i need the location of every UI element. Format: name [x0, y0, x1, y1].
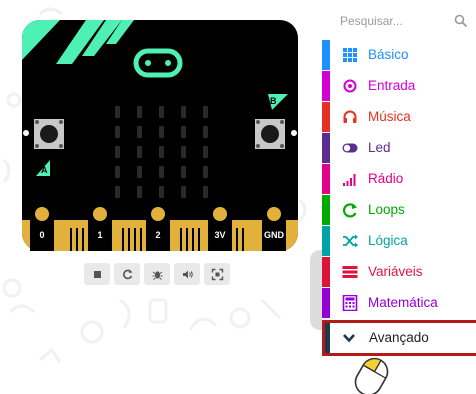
category-label: Lógica	[368, 233, 408, 248]
pin-1[interactable]: 1	[88, 204, 112, 251]
shuffle-icon	[343, 234, 358, 248]
stop-button[interactable]	[84, 263, 110, 285]
fullscreen-button[interactable]	[204, 263, 230, 285]
debug-icon	[152, 270, 162, 280]
category-label: Rádio	[368, 171, 404, 186]
svg-text:GND: GND	[264, 230, 285, 240]
category-color-bar	[322, 40, 330, 70]
svg-text:0: 0	[39, 230, 44, 240]
pin-3v[interactable]: 3V	[208, 204, 232, 251]
restart-button[interactable]	[114, 263, 140, 285]
pin-0[interactable]: 0	[30, 204, 54, 251]
category-entrada[interactable]: Entrada	[322, 71, 476, 101]
button-a[interactable]	[34, 119, 64, 149]
category-led[interactable]: Led	[322, 133, 476, 163]
svg-text:2: 2	[155, 230, 160, 240]
category-label: Música	[368, 109, 411, 124]
button-b[interactable]	[255, 119, 285, 149]
grid-icon	[343, 48, 357, 62]
restart-icon	[122, 269, 132, 279]
search-box	[322, 8, 476, 34]
category-musica[interactable]: Música	[322, 102, 476, 132]
category-radio[interactable]: Rádio	[322, 164, 476, 194]
category-avancado[interactable]: Avançado	[322, 320, 476, 356]
signal-bars-icon	[343, 174, 356, 186]
category-label: Led	[368, 140, 391, 155]
mute-icon	[182, 270, 193, 278]
category-color-bar	[322, 226, 330, 256]
category-color-bar	[322, 288, 330, 318]
mouse-click-icon	[354, 357, 389, 394]
makecode-editor: A B 0 1 2 3V GND Pesquisar... Básico Ent…	[0, 0, 476, 394]
svg-text:1: 1	[97, 230, 102, 240]
category-label: Variáveis	[368, 264, 423, 279]
toolbox: Básico Entrada Música Led Rádio Loops	[322, 0, 476, 394]
category-color-bar	[322, 257, 330, 287]
category-logica[interactable]: Lógica	[322, 226, 476, 256]
button-a-label: A	[41, 165, 48, 175]
lines-icon	[342, 266, 358, 278]
target-icon	[343, 79, 357, 93]
headphones-icon	[343, 110, 357, 123]
toggle-icon	[342, 143, 358, 153]
calculator-icon	[342, 295, 358, 311]
debug-button[interactable]	[144, 263, 170, 285]
category-basico[interactable]: Básico	[322, 40, 476, 70]
mute-button[interactable]	[174, 263, 200, 285]
microbit-board[interactable]: A B 0 1 2 3V GND	[22, 20, 298, 251]
category-color-bar	[322, 164, 330, 194]
pin-gnd[interactable]: GND	[262, 204, 286, 251]
category-color-bar	[322, 71, 330, 101]
button-b-label: B	[270, 96, 277, 106]
pin-2[interactable]: 2	[146, 204, 170, 251]
loop-icon	[343, 203, 357, 218]
category-color-bar	[322, 102, 330, 132]
simulator-toolbar	[84, 263, 230, 285]
category-loops[interactable]: Loops	[322, 195, 476, 225]
category-label: Entrada	[368, 78, 416, 93]
category-label: Loops	[368, 202, 405, 217]
category-color-bar	[322, 133, 330, 163]
category-label: Avançado	[369, 330, 429, 345]
search-input[interactable]	[322, 14, 442, 28]
category-matematica[interactable]: Matemática	[322, 288, 476, 318]
category-label: Matemática	[368, 295, 438, 310]
chevron-down-icon	[343, 334, 355, 343]
fullscreen-icon	[211, 268, 223, 280]
stop-icon	[93, 270, 101, 278]
search-icon[interactable]	[454, 14, 468, 28]
category-label: Básico	[368, 47, 409, 62]
category-color-bar	[322, 195, 330, 225]
category-variaveis[interactable]: Variáveis	[322, 257, 476, 287]
svg-text:3V: 3V	[214, 230, 225, 240]
category-color-bar	[325, 323, 330, 353]
